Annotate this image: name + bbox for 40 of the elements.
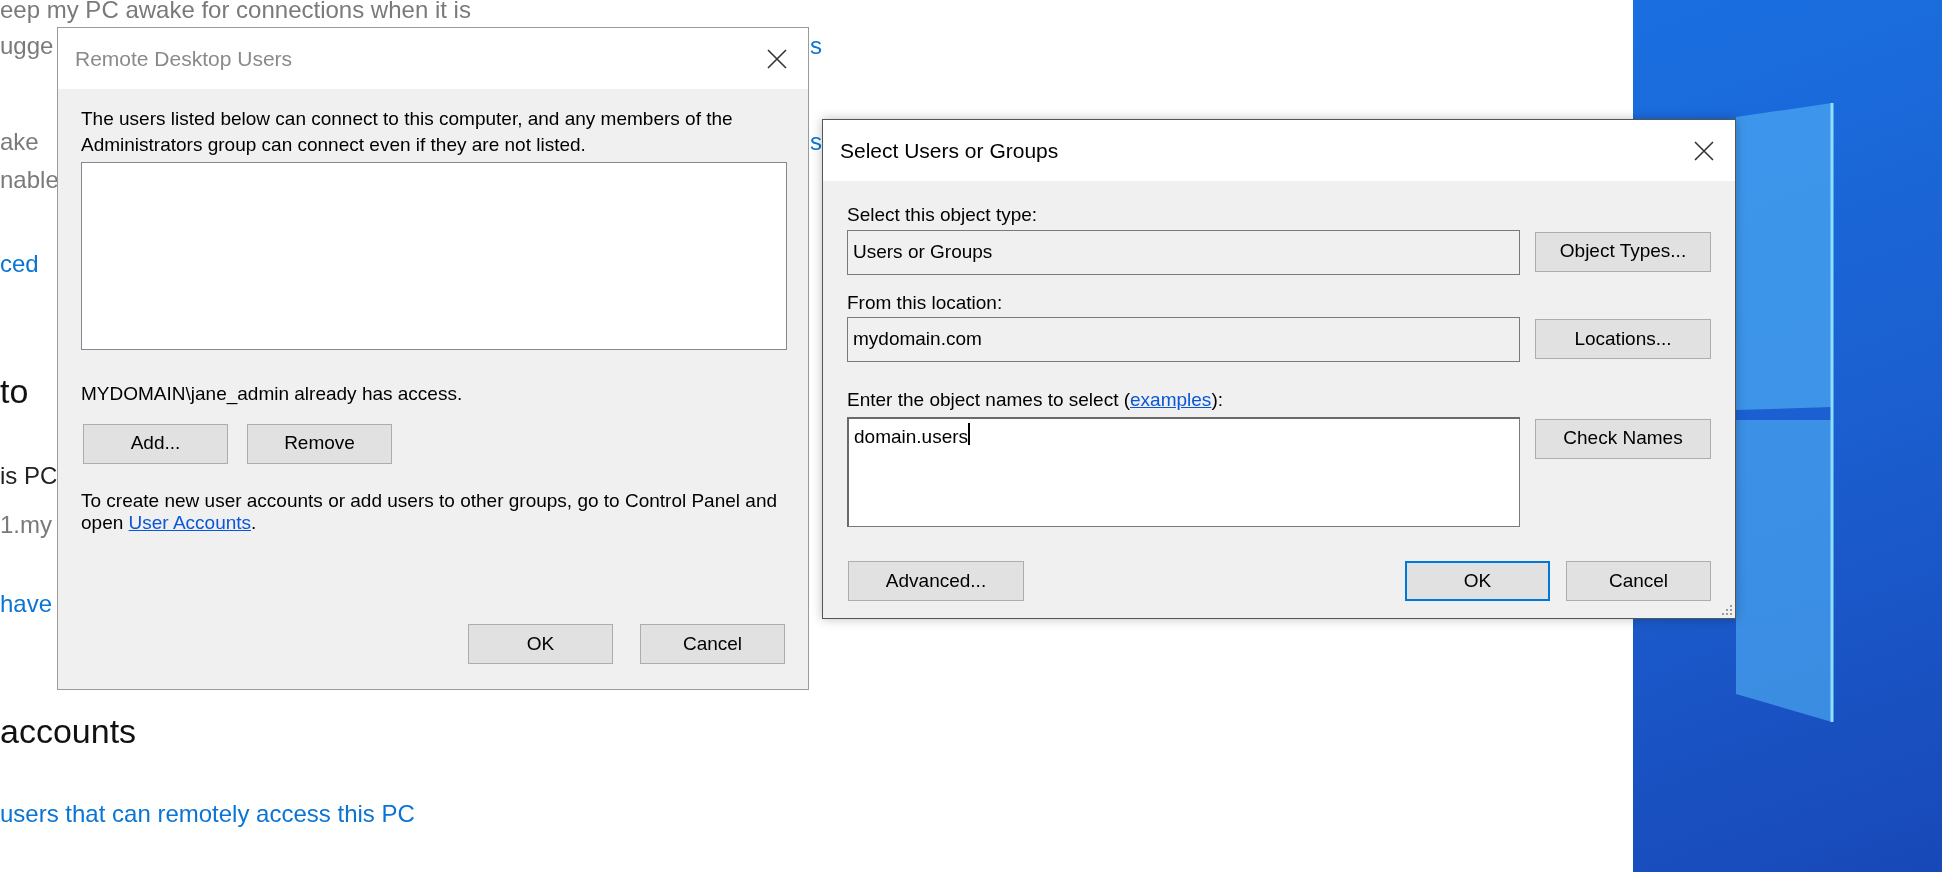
access-note: MYDOMAIN\jane_admin already has access. [81, 382, 464, 407]
page-text: is PC [0, 462, 58, 490]
object-types-button[interactable]: Object Types... [1535, 231, 1711, 272]
field-label: From this location: [847, 290, 1004, 315]
examples-link[interactable]: examples [1130, 389, 1212, 410]
window-title: Remote Desktop Users [75, 45, 293, 72]
input-field[interactable]: mydomain.com [847, 317, 1520, 362]
page-text: ake [0, 128, 39, 156]
field-label: Enter the object names to select (examples): [847, 388, 1224, 412]
page-text: 1.my [0, 511, 52, 539]
remove-button[interactable]: Remove [247, 423, 392, 464]
page-link[interactable]: s [810, 128, 822, 156]
ok-button[interactable]: OK [1405, 561, 1550, 601]
page-link[interactable]: s [810, 32, 822, 60]
page-text: eep my PC awake for connections when it is [0, 0, 471, 24]
window-title: Select Users or Groups [840, 137, 1059, 164]
ok-button[interactable]: OK [468, 624, 613, 664]
page-text: ugge [0, 32, 54, 60]
page-heading: accounts [0, 711, 137, 751]
user-accounts-link[interactable]: User Accounts [128, 511, 252, 533]
text-cursor [968, 422, 970, 445]
cancel-button[interactable]: Cancel [1566, 561, 1711, 601]
cancel-button[interactable]: Cancel [640, 624, 785, 664]
close-icon [766, 47, 788, 70]
add-button[interactable]: Add... [83, 423, 228, 464]
resize-grip-icon [1721, 604, 1733, 616]
field-label: Select this object type: [847, 203, 1039, 227]
locations-button[interactable]: Locations... [1535, 319, 1711, 359]
page-link[interactable]: have [0, 590, 53, 618]
names-input-field[interactable]: domain.users [847, 416, 1520, 527]
check-names-button[interactable]: Check Names [1535, 418, 1711, 459]
page-text: nable [0, 166, 59, 194]
close-icon [1693, 139, 1715, 162]
advanced-button[interactable]: Advanced... [848, 561, 1024, 601]
page-link[interactable]: ced [0, 250, 39, 278]
input-field[interactable]: Users or Groups [847, 229, 1520, 275]
page-link[interactable]: users that can remotely access this PC [0, 800, 415, 828]
description-text: The users listed below can connect to this computer, and any members of the Administrators group can connect even if they are not listed. [81, 107, 734, 157]
page-heading: to [0, 371, 29, 411]
help-text: To create new user accounts or add users to other groups, go to Control Panel and open User Accounts. [81, 489, 779, 534]
